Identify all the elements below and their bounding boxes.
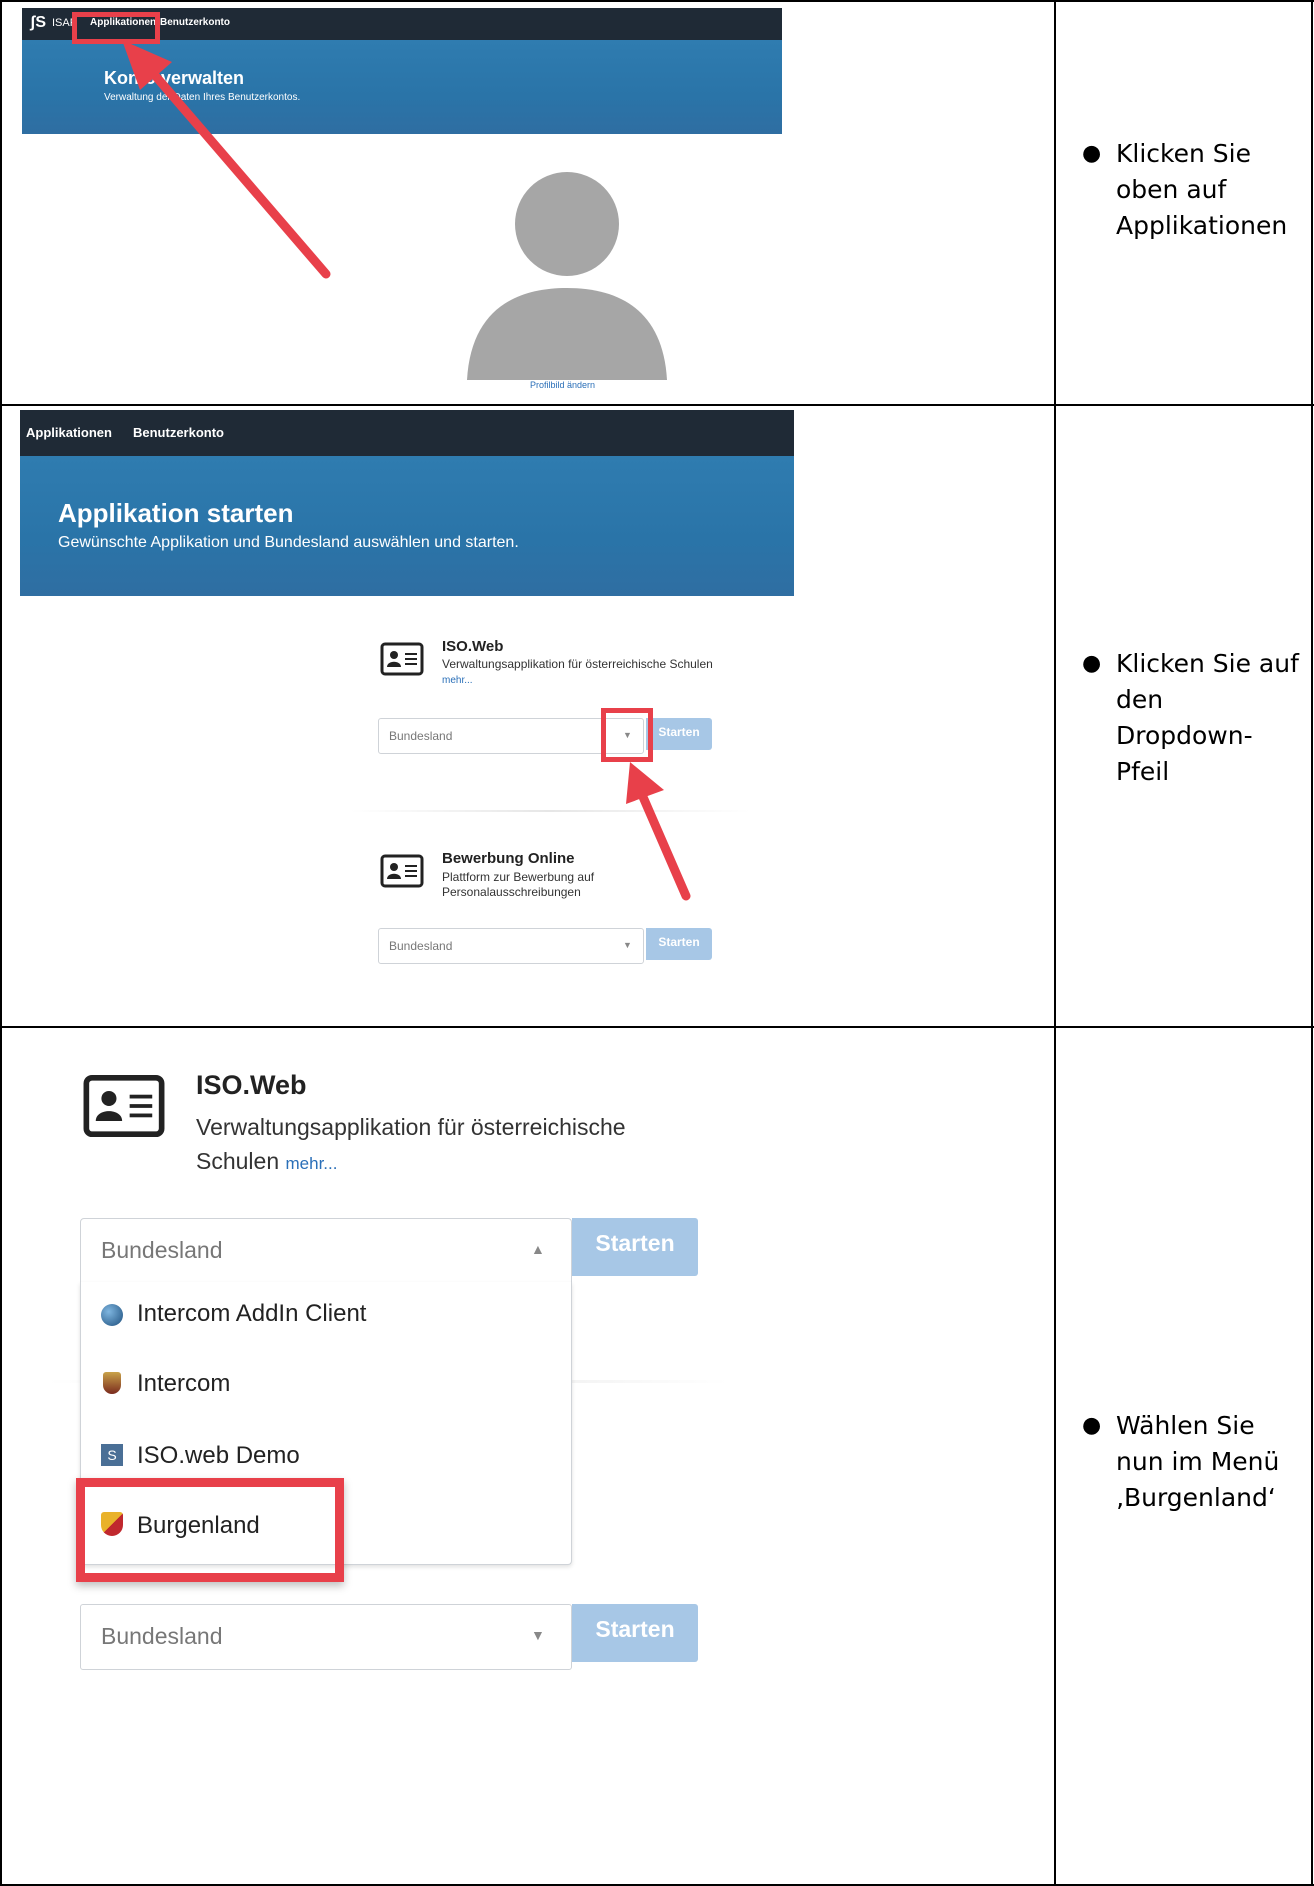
navbar: Applikationen Benutzerkonto [20, 410, 794, 456]
nav-applications[interactable]: Applikationen [26, 425, 112, 440]
bullet-icon: ● [1082, 141, 1102, 166]
select-placeholder: Bundesland [101, 1237, 223, 1263]
bullet-icon: ● [1082, 651, 1102, 676]
select-placeholder: Bundesland [389, 939, 453, 953]
app-description: Verwaltungsapplikation für österreichisc… [196, 1114, 626, 1140]
page-title: Applikation starten [58, 498, 294, 528]
dropdown-arrow-icon[interactable]: ▼ [623, 940, 632, 950]
instruction-text: Wählen Sie nun im Menü ‚Burgenland‘ [1116, 1411, 1280, 1512]
id-card-icon [83, 1074, 165, 1138]
screenshot-start-app: Applikationen Benutzerkonto Applikation … [20, 410, 794, 1026]
isoweb-logo-icon: S [101, 1444, 123, 1466]
start-button[interactable]: Starten [572, 1604, 698, 1662]
change-profile-link[interactable]: Profilbild ändern [530, 380, 595, 390]
app-description: Plattform zur Bewerbung auf Personalauss… [442, 870, 595, 899]
app-title: ISO.Web [196, 1070, 307, 1100]
app-title: Bewerbung Online [442, 850, 575, 867]
coat-of-arms-icon [103, 1372, 121, 1394]
nav-account[interactable]: Benutzerkonto [160, 17, 230, 28]
bullet-icon: ● [1082, 1413, 1102, 1438]
highlight-dropdown-arrow [601, 708, 653, 762]
arrow-pointer-icon [626, 762, 691, 901]
dropdown-up-arrow-icon[interactable]: ▲ [531, 1241, 545, 1257]
select-placeholder: Bundesland [101, 1623, 223, 1649]
dropdown-arrow-icon[interactable]: ▼ [531, 1627, 545, 1643]
instruction-text: Klicken Sie oben auf Applikationen [1116, 139, 1288, 240]
option-intercom[interactable]: Intercom [101, 1370, 561, 1410]
option-label: ISO.web Demo [137, 1442, 300, 1469]
id-card-icon [380, 642, 424, 676]
state-select-open[interactable]: Bundesland ▲ [80, 1218, 572, 1284]
instruction-text: Klicken Sie auf den Dropdown-Pfeil [1116, 649, 1299, 786]
more-link[interactable]: mehr... [442, 675, 473, 686]
app-description: Verwaltungsapplikation für österreichisc… [442, 657, 713, 671]
state-select[interactable]: Bundesland ▼ [80, 1604, 572, 1670]
nav-account[interactable]: Benutzerkonto [133, 425, 224, 440]
option-label: Intercom [137, 1370, 231, 1397]
more-link[interactable]: mehr... [286, 1154, 338, 1173]
option-label: Intercom AddIn Client [137, 1300, 367, 1327]
start-button[interactable]: Starten [646, 718, 712, 750]
state-select[interactable]: Bundesland ▼ [378, 928, 644, 964]
option-intercom-addin[interactable]: Intercom AddIn Client [101, 1300, 561, 1340]
app-description-cont: Schulen [196, 1148, 280, 1174]
avatar-placeholder-icon [467, 172, 667, 380]
option-isoweb-demo[interactable]: S ISO.web Demo [101, 1442, 561, 1482]
start-button[interactable]: Starten [646, 928, 712, 960]
id-card-icon [380, 854, 424, 888]
page-subtitle: Gewünschte Applikation und Bundesland au… [58, 534, 519, 551]
hero-banner: Applikation starten Gewünschte Applikati… [20, 456, 794, 596]
arrow-pointer-icon [122, 40, 331, 279]
globe-icon [101, 1304, 123, 1326]
screenshot-dropdown-open: ISO.Web Verwaltungsapplikation für öster… [40, 1040, 740, 1680]
select-placeholder: Bundesland [389, 729, 453, 743]
start-button[interactable]: Starten [572, 1218, 698, 1276]
app-title: ISO.Web [442, 638, 504, 655]
isaf-logo-icon: ʃS [30, 14, 46, 31]
highlight-burgenland [76, 1478, 344, 1582]
